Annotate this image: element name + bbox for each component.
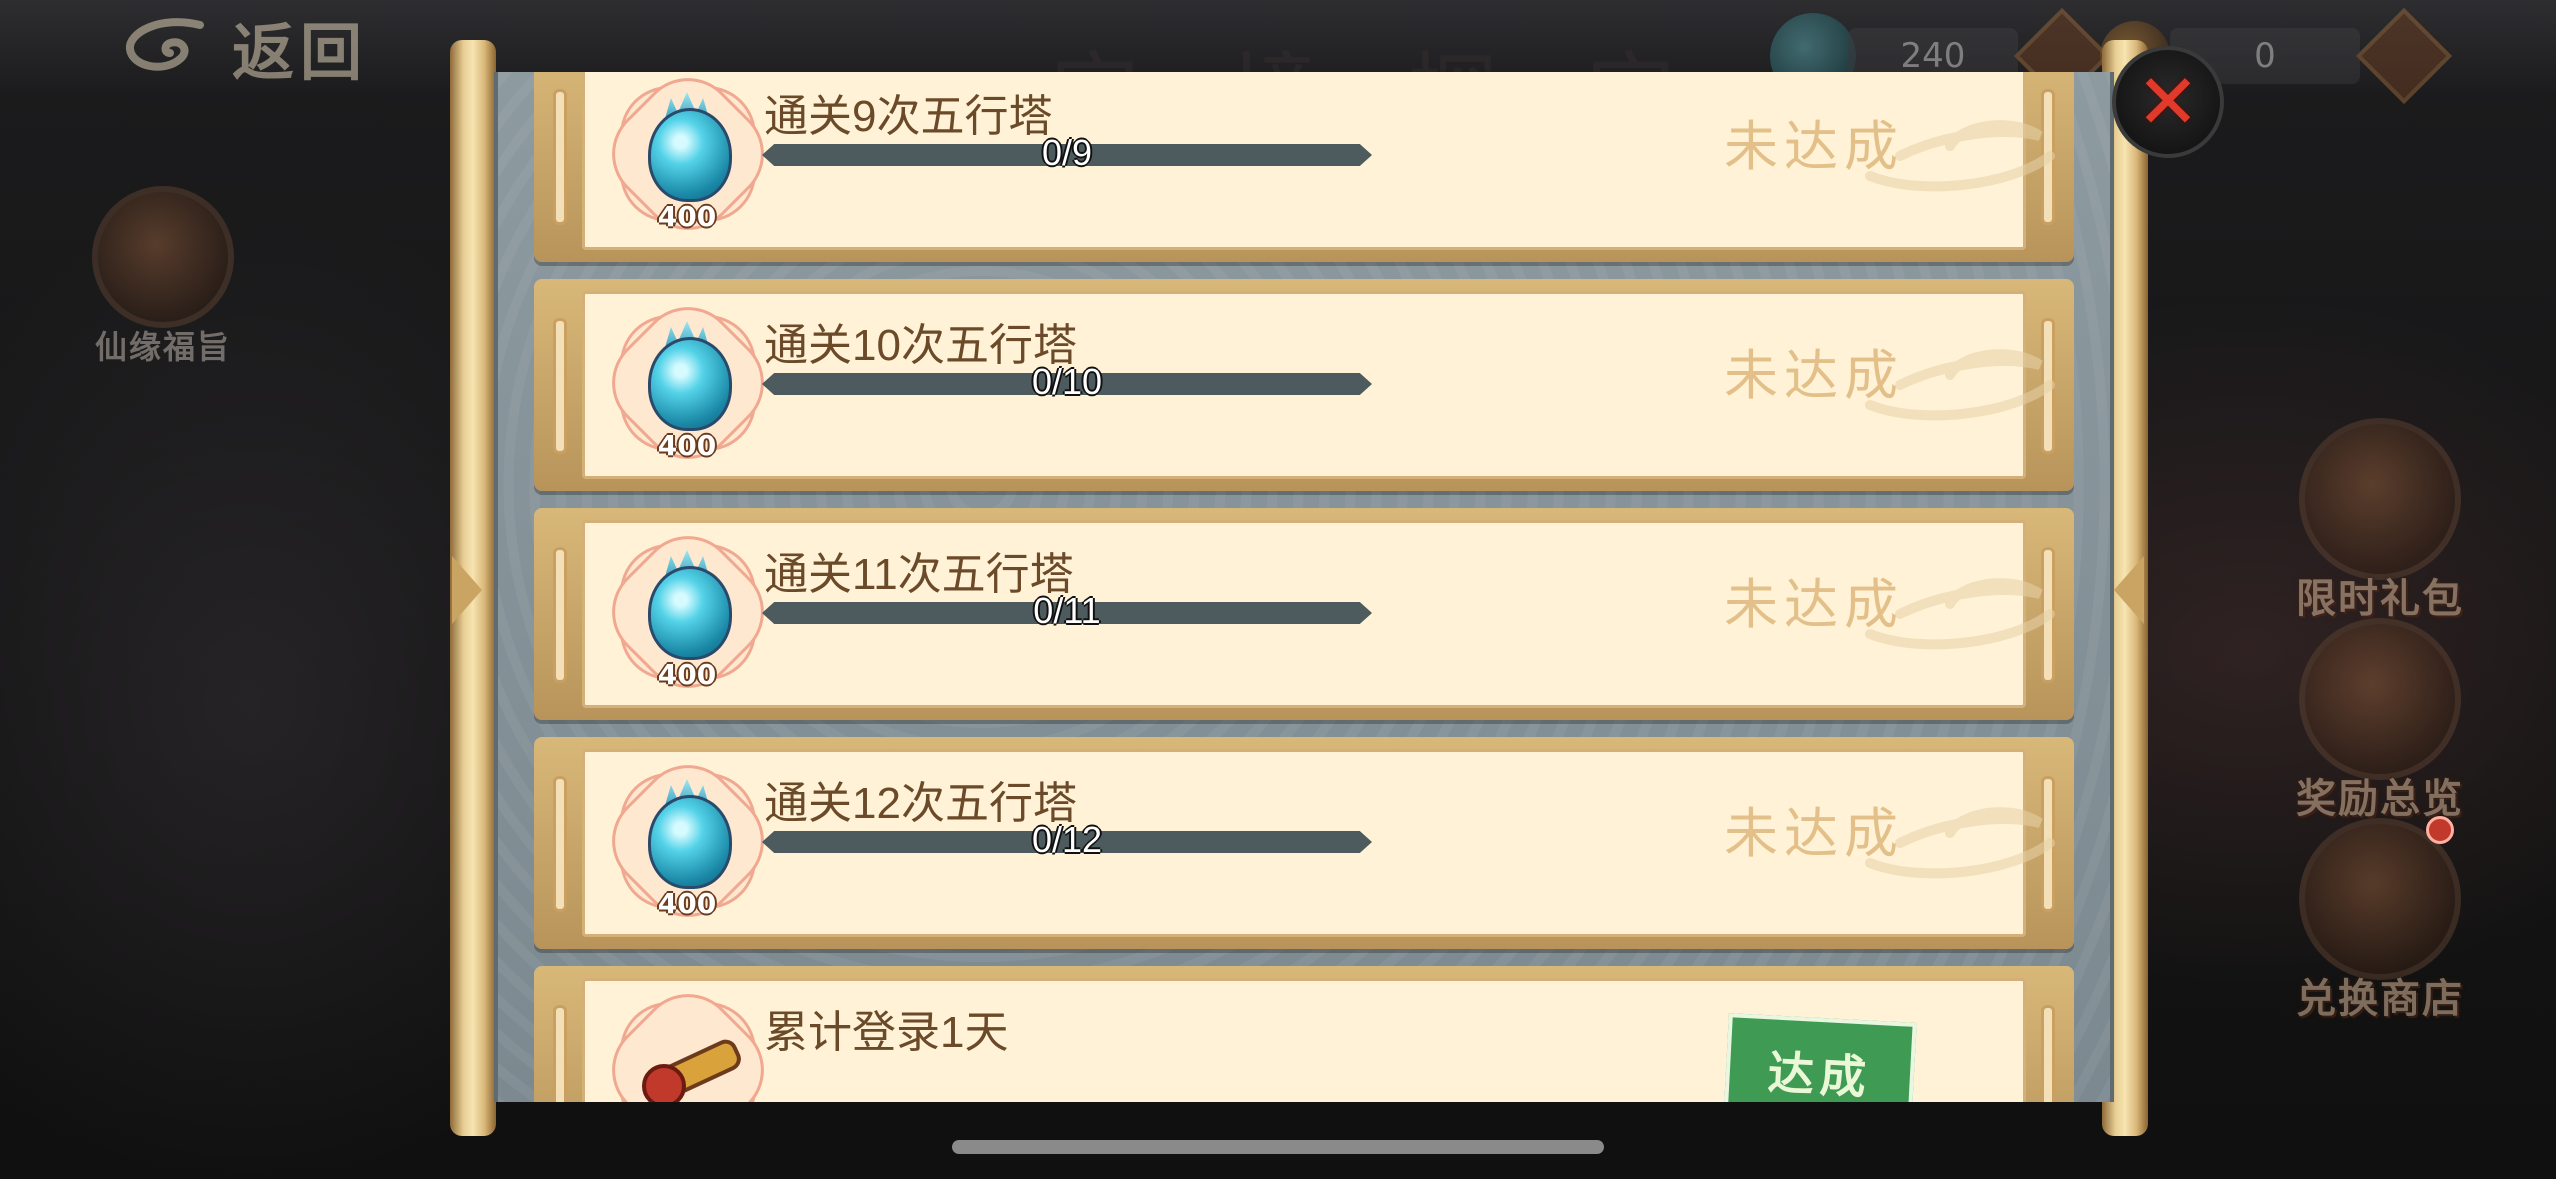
- jade-gem-icon: [648, 566, 732, 660]
- scroll-right-arrow-icon: [2114, 556, 2144, 624]
- gift-pack-icon: [2299, 418, 2461, 580]
- reward-book-icon: [2299, 618, 2461, 780]
- notification-dot: [2426, 816, 2454, 844]
- close-button[interactable]: ✕: [2112, 46, 2224, 158]
- task-row: 400 通关9次五行塔 0/9 未达成: [534, 72, 2074, 262]
- status-achieved-stamp[interactable]: 达成: [1723, 1013, 1917, 1102]
- home-indicator[interactable]: [952, 1140, 1604, 1154]
- task-row: 400 通关12次五行塔 0/12 未达成: [534, 737, 2074, 949]
- task-list: 400 通关9次五行塔 0/9 未达成 400 通关10次五行塔 0/10 未达…: [534, 72, 2074, 1102]
- back-button[interactable]: 返回: [120, 8, 368, 89]
- reward-count: 400: [657, 658, 717, 691]
- sidebar-label: 限时礼包: [2296, 575, 2464, 622]
- task-panel[interactable]: 400 通关9次五行塔 0/9 未达成 400 通关10次五行塔 0/10 未达…: [494, 72, 2114, 1102]
- scroll-icon: [92, 186, 234, 328]
- jade-gem-icon: [648, 795, 732, 889]
- task-row: 400 通关10次五行塔 0/10 未达成: [534, 279, 2074, 491]
- sidebar-item-limited-gift[interactable]: 限时礼包: [2296, 418, 2464, 624]
- jade-gem-icon: [648, 108, 732, 202]
- telescope-icon: [642, 1039, 741, 1102]
- status-not-achieved: 未达成: [1724, 344, 1904, 407]
- scroll-left-arrow-icon: [452, 556, 482, 624]
- task-row: 累计登录1天 达成: [534, 966, 2074, 1102]
- reward-count: 400: [657, 429, 717, 462]
- sidebar-item-blessing[interactable]: 仙缘福旨: [92, 186, 234, 368]
- back-label: 返回: [232, 16, 369, 89]
- sidebar-item-exchange-shop[interactable]: 兑换商店: [2296, 818, 2464, 1024]
- reward-count: 400: [657, 200, 717, 233]
- sidebar-label: 仙缘福旨: [94, 328, 231, 366]
- reward-badge: 400: [591, 744, 785, 938]
- reward-badge: 400: [591, 515, 785, 709]
- close-icon: ✕: [2136, 57, 2200, 146]
- progress-text: 0/12: [1031, 819, 1103, 860]
- progress-text: 0/11: [1033, 590, 1101, 631]
- reward-badge: [591, 973, 785, 1102]
- status-not-achieved: 未达成: [1724, 573, 1904, 636]
- status-not-achieved: 未达成: [1724, 802, 1904, 865]
- add-telescope-button[interactable]: [2355, 7, 2453, 105]
- sidebar-label: 兑换商店: [2296, 975, 2464, 1022]
- reward-count: 400: [657, 887, 717, 920]
- progress-text: 0/9: [1041, 132, 1093, 173]
- progress-text: 0/10: [1031, 361, 1103, 402]
- sidebar-item-reward-overview[interactable]: 奖励总览: [2296, 618, 2464, 824]
- jade-gem-icon: [648, 337, 732, 431]
- task-row: 400 通关11次五行塔 0/11 未达成: [534, 508, 2074, 720]
- task-title: 累计登录1天: [764, 1008, 1009, 1057]
- status-not-achieved: 未达成: [1724, 115, 1904, 178]
- reward-badge: 400: [591, 286, 785, 480]
- reward-badge: 400: [591, 72, 785, 251]
- back-swirl-icon: [120, 15, 216, 79]
